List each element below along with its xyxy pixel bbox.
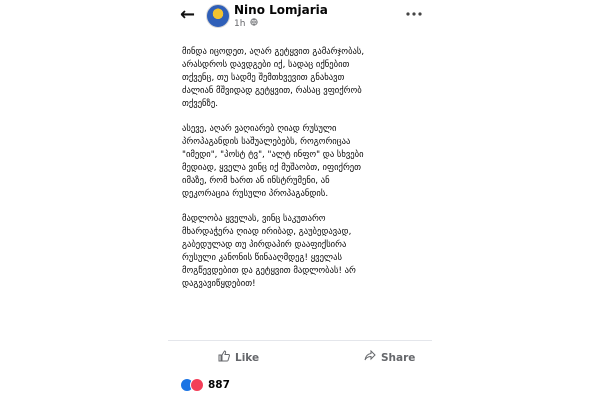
love-reaction-icon bbox=[190, 378, 204, 392]
like-button[interactable]: Like bbox=[218, 350, 259, 365]
globe-icon bbox=[250, 18, 258, 28]
reaction-count: 887 bbox=[208, 379, 230, 391]
author-name[interactable]: Nino Lomjaria bbox=[234, 3, 328, 17]
more-options-icon[interactable] bbox=[406, 4, 422, 20]
author-avatar[interactable] bbox=[206, 4, 230, 28]
back-arrow-icon[interactable]: ← bbox=[180, 6, 195, 24]
share-button[interactable]: Share bbox=[364, 349, 416, 365]
thumbs-up-icon bbox=[218, 350, 230, 365]
post-paragraph-3: მადლობა ყველას, ვინც საკუთარო მხარდაჭერა… bbox=[182, 214, 356, 289]
post-meta: 1h bbox=[234, 18, 258, 29]
reactions-summary[interactable]: 887 bbox=[180, 376, 230, 394]
facebook-post: ← Nino Lomjaria 1h მინდა იცოდეთ, აღარ გე… bbox=[168, 0, 432, 400]
post-header: ← Nino Lomjaria 1h bbox=[168, 0, 432, 32]
share-icon bbox=[364, 349, 376, 365]
post-body: მინდა იცოდეთ, აღარ გეტყვით გამარჯობას, ა… bbox=[182, 46, 420, 303]
share-label: Share bbox=[381, 351, 416, 364]
like-label: Like bbox=[235, 351, 260, 364]
post-paragraph-1: მინდა იცოდეთ, აღარ გეტყვით გამარჯობას, ა… bbox=[182, 47, 365, 109]
post-time[interactable]: 1h bbox=[234, 19, 245, 29]
post-paragraph-2: ასევე, აღარ ვაღიარებ ღიად რუსული პროპაგა… bbox=[182, 124, 364, 199]
post-actions: Like Share bbox=[168, 340, 432, 371]
